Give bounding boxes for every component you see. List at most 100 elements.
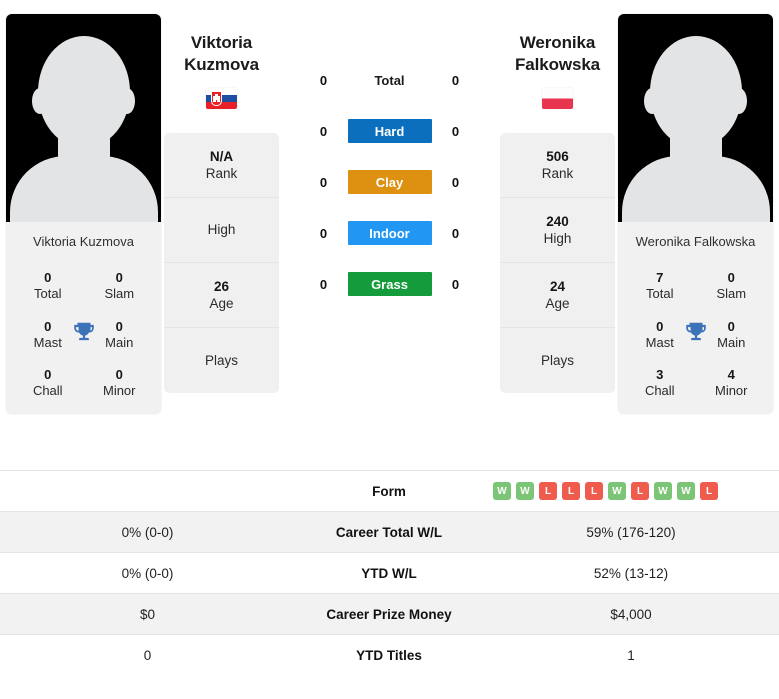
right-title-slam-label: Slam [716,286,747,302]
left-player-info-card: N/A Rank High 26 Age Plays [164,133,279,394]
right-info-rank-value: 506 [546,148,569,164]
left-player-titles-block: 0 Total 0 Slam 0 Mast 0 Main 0 Chall 0 M… [6,260,161,414]
surface-row-indoor: 0 Indoor 0 [282,221,497,245]
left-player-name-last: Kuzmova [184,55,259,75]
right-info-age-value: 24 [549,278,566,294]
right-player-info-card: 506 Rank 240 High 24 Age Plays [500,133,615,394]
right-info-age: 24 Age [500,263,615,329]
left-titles-grid: 0 Total 0 Slam 0 Mast 0 Main 0 Chall 0 M… [12,264,155,400]
avatar-silhouette-ear-left [644,88,660,114]
left-info-age-value: 26 [213,278,230,294]
left-player-photo [6,14,161,222]
right-info-high-label: High [543,231,572,247]
trophy-icon [73,322,94,340]
right-title-chall-value: 3 [656,367,664,382]
ytd-titles-right: 1 [627,647,635,663]
form-right-cell: W W L L L W L W W L [483,471,779,512]
left-info-high: High [164,198,279,264]
right-title-minor-label: Minor [714,383,748,399]
left-title-minor: 0 Minor [84,367,156,400]
ytd-wl-left: 0% (0-0) [121,565,174,581]
table-row-career-total-wl: 0% (0-0) Career Total W/L 59% (176-120) [0,511,779,553]
right-titles-grid: 7 Total 0 Slam 0 Mast 0 Main 3 Chall 4 M… [624,264,767,400]
avatar-silhouette-ear-left [32,88,48,114]
surface-row-total: 0 Total 0 [282,68,497,92]
left-player-photo-card[interactable]: Viktoria Kuzmova 0 Total 0 Slam 0 Mast 0… [6,14,161,414]
left-info-rank-label: Rank [205,166,238,182]
slovakia-flag-icon [206,88,237,110]
right-info-rank-label: Rank [541,166,574,182]
avatar-silhouette-ear-right [119,88,135,114]
right-player-name-first: Weronika [519,33,596,52]
career-prize-money-label: Career Prize Money [326,606,452,622]
right-player-photo-card[interactable]: Weronika Falkowska 7 Total 0 Slam 0 Mast [618,14,773,414]
left-player-photo-caption: Viktoria Kuzmova [6,222,161,260]
poland-flag-icon [542,88,573,110]
form-label: Form [372,483,406,499]
ytd-titles-label: YTD Titles [356,647,422,663]
left-info-rank-value: N/A [209,148,234,164]
table-row-ytd-wl: 0% (0-0) YTD W/L 52% (13-12) [0,552,779,594]
left-info-rank: N/A Rank [164,133,279,199]
left-player-name-first: Viktoria [190,33,253,52]
right-title-total: 7 Total [624,270,696,303]
left-title-minor-label: Minor [102,383,136,399]
left-title-minor-value: 0 [115,367,123,382]
form-badge-2[interactable]: W [516,482,534,500]
right-info-plays-label: Plays [540,352,574,368]
right-title-slam: 0 Slam [696,270,768,303]
avatar-silhouette-ear-right [731,88,747,114]
table-row-ytd-titles: 0 YTD Titles 1 [0,634,779,676]
avatar-silhouette-body [9,156,158,222]
form-badge-4[interactable]: L [562,482,580,500]
left-surface-indoor-value: 0 [319,225,328,241]
left-title-chall: 0 Chall [12,367,84,400]
surface-row-grass: 0 Grass 0 [282,272,497,296]
comparison-stats-table: Form W W L L L W L W W L 0% (0-0) Career… [0,470,779,676]
right-title-total-value: 7 [656,270,664,285]
form-badge-5[interactable]: L [585,482,603,500]
form-badge-3[interactable]: L [539,482,557,500]
left-title-total-label: Total [34,286,62,302]
right-player-photo-caption: Weronika Falkowska [618,222,773,260]
left-title-chall-value: 0 [44,367,52,382]
form-badge-10[interactable]: L [700,482,718,500]
surface-badge-hard: Hard [347,119,432,143]
left-surface-grass-value: 0 [319,276,328,292]
surface-titles-column: 0 Total 0 0 Hard 0 0 Clay 0 0 Indoor 0 0 [282,10,497,296]
ytd-titles-left: 0 [143,647,152,663]
right-title-slam-value: 0 [727,270,735,285]
left-player-info-column: Viktoria Kuzmova N/A Rank High 26 Age Pl… [161,10,282,394]
form-badge-1[interactable]: W [493,482,511,500]
form-badge-8[interactable]: W [654,482,672,500]
left-info-high-label: High [207,222,236,238]
career-total-wl-label: Career Total W/L [335,524,443,540]
left-info-plays-label: Plays [204,352,238,368]
right-player-name-last: Falkowska [514,55,601,75]
form-badge-6[interactable]: W [608,482,626,500]
right-info-plays: Plays [500,328,615,393]
career-prize-money-right: $4,000 [610,606,652,622]
player-comparison-page: Viktoria Kuzmova 0 Total 0 Slam 0 Mast 0… [0,0,779,699]
right-surface-hard-value: 0 [451,123,460,139]
right-info-high-value: 240 [546,213,569,229]
left-surface-clay-value: 0 [319,174,328,190]
right-title-chall: 3 Chall [624,367,696,400]
right-surface-clay-value: 0 [451,174,460,190]
right-player-name: Weronika Falkowska [515,32,600,76]
right-surface-grass-value: 0 [451,276,460,292]
right-title-total-label: Total [646,286,674,302]
slovakia-crest [211,91,222,107]
left-title-slam: 0 Slam [84,270,156,303]
left-title-total: 0 Total [12,270,84,303]
form-badge-7[interactable]: L [631,482,649,500]
table-row-career-prize-money: $0 Career Prize Money $4,000 [0,593,779,635]
form-badge-9[interactable]: W [677,482,695,500]
right-player-photo [618,14,773,222]
right-surface-indoor-value: 0 [451,225,460,241]
left-title-slam-label: Slam [104,286,135,302]
surface-badge-grass: Grass [347,272,432,296]
ytd-wl-right: 52% (13-12) [593,565,669,581]
left-surface-total-value: 0 [319,72,328,88]
right-player-titles-block: 7 Total 0 Slam 0 Mast 0 Main 3 Chall 4 M… [618,260,773,414]
